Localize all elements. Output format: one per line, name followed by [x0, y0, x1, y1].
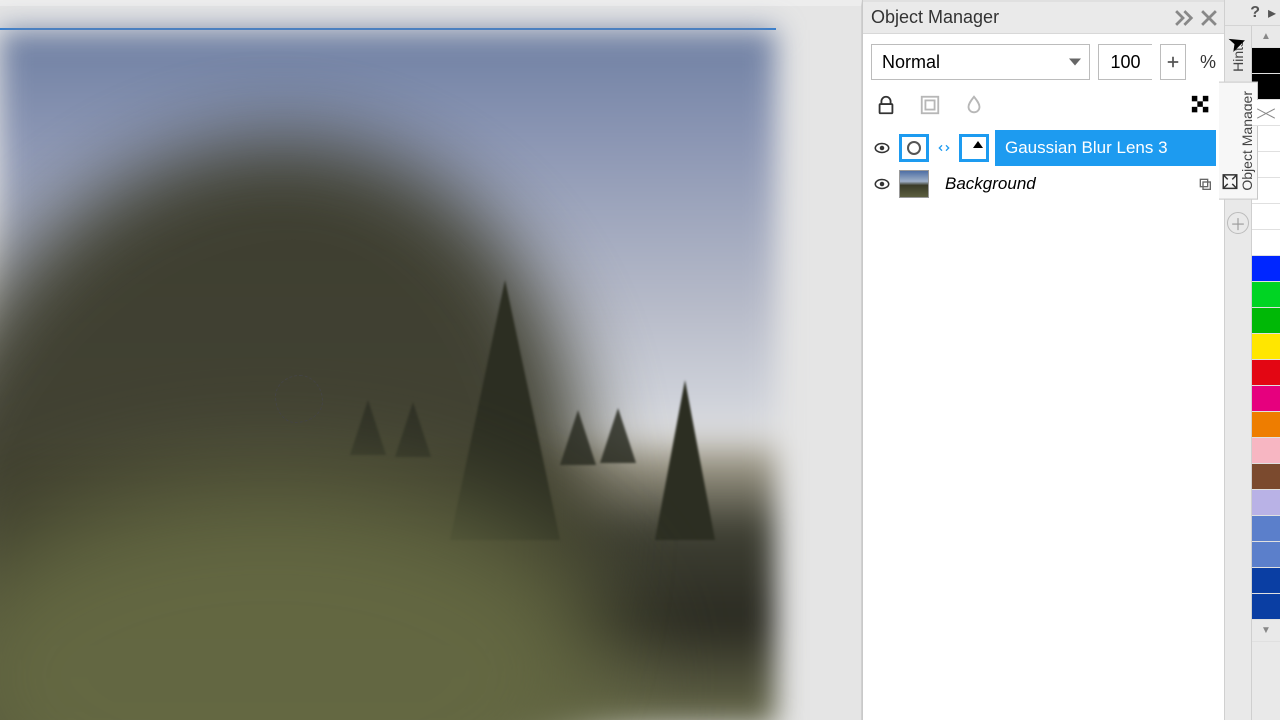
color-swatch[interactable] — [1252, 48, 1280, 74]
add-docker-button[interactable]: ＋ — [1227, 212, 1249, 234]
color-swatch[interactable] — [1252, 204, 1280, 230]
color-swatch[interactable] — [1252, 308, 1280, 334]
color-swatch[interactable] — [1252, 542, 1280, 568]
image-canvas[interactable] — [0, 28, 776, 720]
palette-scroll-down[interactable]: ▼ — [1252, 620, 1280, 642]
color-swatch[interactable] — [1252, 516, 1280, 542]
color-swatch[interactable] — [1252, 412, 1280, 438]
link-icon[interactable] — [934, 134, 954, 162]
chevron-down-icon — [1069, 59, 1081, 66]
panel-title-text: Object Manager — [871, 7, 999, 28]
layer-label: Gaussian Blur Lens 3 — [995, 130, 1216, 166]
opacity-unit: % — [1200, 52, 1216, 73]
lock-icon[interactable] — [871, 90, 901, 120]
layer-gaussian-blur-lens[interactable]: Gaussian Blur Lens 3 — [871, 130, 1216, 166]
lens-thumbnail[interactable] — [899, 134, 929, 162]
layer-label: Background — [935, 166, 1188, 202]
object-manager-icon — [1221, 173, 1239, 191]
layer-background[interactable]: Background — [871, 166, 1216, 202]
clip-mask-icon[interactable] — [915, 90, 945, 120]
panel-collapse-button[interactable] — [1172, 7, 1194, 29]
copy-indicator-icon — [1194, 176, 1216, 192]
blend-mode-select[interactable]: Normal — [871, 44, 1090, 80]
visibility-toggle-icon[interactable] — [871, 139, 893, 157]
color-swatch[interactable] — [1252, 230, 1280, 256]
brush-cursor-outline — [275, 375, 323, 423]
image-thumbnail[interactable] — [899, 170, 929, 198]
color-swatch[interactable] — [1252, 594, 1280, 620]
color-swatch[interactable] — [1252, 386, 1280, 412]
color-swatch[interactable] — [1252, 282, 1280, 308]
droplet-icon[interactable] — [959, 90, 989, 120]
checker-options-icon[interactable] — [1186, 90, 1216, 120]
object-manager-panel: Object Manager Normal 100 % — [862, 0, 1224, 720]
blend-mode-value: Normal — [882, 52, 940, 73]
color-swatch[interactable] — [1252, 438, 1280, 464]
color-swatch[interactable] — [1252, 568, 1280, 594]
mask-thumbnail[interactable] — [959, 134, 989, 162]
color-swatch[interactable] — [1252, 256, 1280, 282]
color-swatch[interactable] — [1252, 490, 1280, 516]
panel-close-button[interactable] — [1198, 7, 1220, 29]
no-color-swatch[interactable] — [1252, 100, 1280, 126]
color-swatch[interactable] — [1252, 464, 1280, 490]
right-rail: ? ▸ Hints Object Manager ＋ ▲ — [1224, 0, 1280, 720]
help-icon[interactable]: ? — [1250, 4, 1260, 22]
color-swatch[interactable] — [1252, 360, 1280, 386]
opacity-stepper[interactable] — [1160, 44, 1186, 80]
panel-header: Object Manager — [863, 0, 1224, 34]
opacity-input[interactable]: 100 — [1098, 44, 1152, 80]
menu-caret-icon[interactable]: ▸ — [1268, 3, 1276, 23]
canvas-area[interactable] — [0, 0, 862, 720]
layer-list: Gaussian Blur Lens 3 Background — [863, 130, 1224, 720]
color-swatch[interactable] — [1252, 334, 1280, 360]
visibility-toggle-icon[interactable] — [871, 175, 893, 193]
palette-scroll-up[interactable]: ▲ — [1252, 26, 1280, 48]
